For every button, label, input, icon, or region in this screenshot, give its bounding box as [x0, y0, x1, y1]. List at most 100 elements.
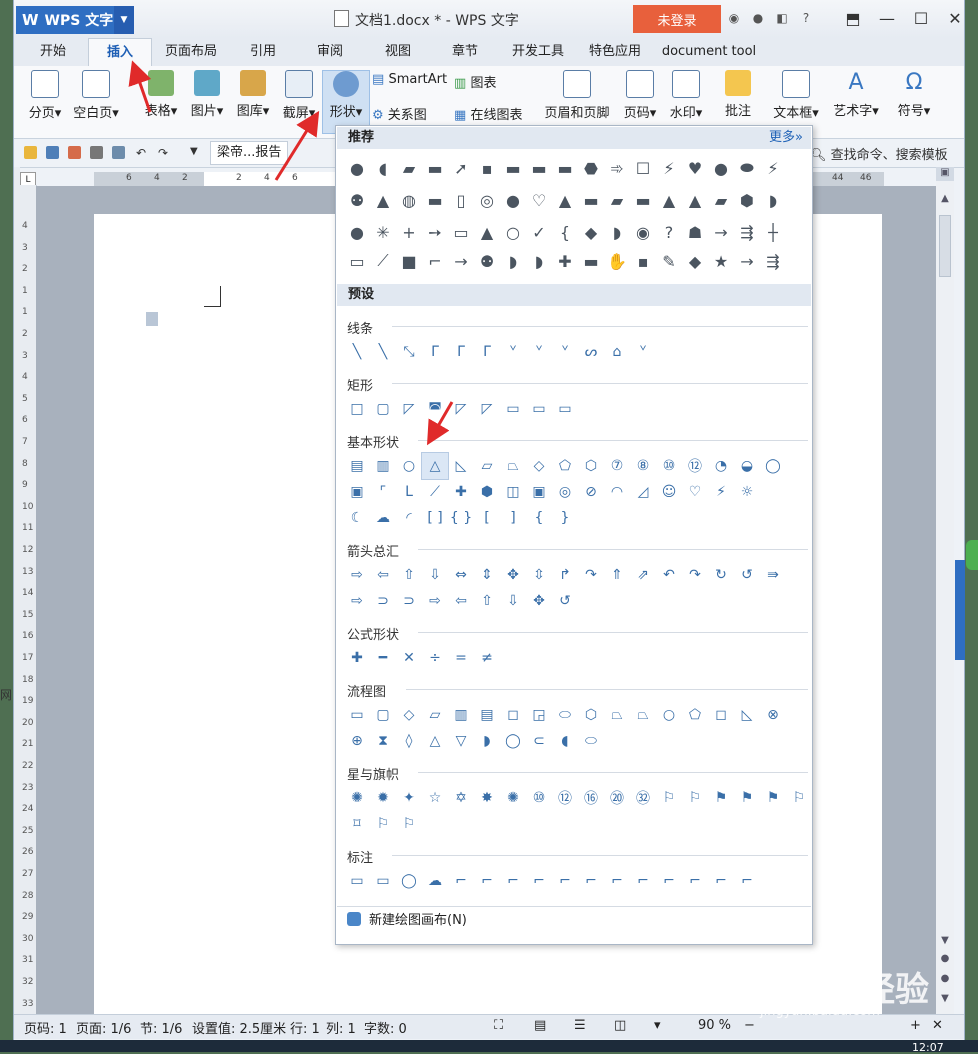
tab-review[interactable]: 审阅 — [307, 38, 353, 66]
shape-icon[interactable]: ▭ — [500, 396, 526, 422]
shape-icon[interactable]: ◇ — [396, 702, 422, 728]
shape-icon[interactable]: ✡ — [448, 785, 474, 811]
shape-icon[interactable]: ◍ — [396, 187, 422, 213]
online-chart-button[interactable]: ▦ 在线图表 — [454, 104, 522, 123]
shape-icon[interactable]: ᒥ — [448, 339, 474, 365]
shape-icon[interactable]: ◯ — [396, 868, 422, 894]
shape-icon[interactable]: [ ] — [422, 505, 448, 531]
shape-icon[interactable]: ✋ — [604, 248, 630, 274]
shape-icon[interactable]: ▬ — [552, 155, 578, 181]
symbol-button[interactable]: Ω 符号▾ — [892, 70, 936, 119]
chevron-down-icon[interactable]: ▼ — [114, 6, 134, 34]
tab-developer[interactable]: 开发工具 — [506, 38, 570, 66]
shape-icon[interactable]: ⚑ — [760, 785, 786, 811]
shape-icon[interactable]: ✹ — [370, 785, 396, 811]
shape-icon[interactable]: ⇶ — [734, 219, 760, 245]
shape-icon[interactable]: ▲ — [656, 187, 682, 213]
shape-icon[interactable]: ⬣ — [578, 155, 604, 181]
tab-document-tool[interactable]: document tool — [660, 38, 758, 66]
shape-icon[interactable]: ⌐ — [604, 868, 630, 894]
tab-view[interactable]: 视图 — [375, 38, 421, 66]
shape-icon[interactable]: ↷ — [682, 562, 708, 588]
shape-icon[interactable]: ▣ — [344, 479, 370, 505]
shape-icon[interactable]: ✦ — [396, 785, 422, 811]
shape-icon[interactable]: ᘁ — [500, 339, 526, 365]
shape-icon[interactable]: ◗ — [500, 248, 526, 274]
shape-icon[interactable]: ━ — [370, 645, 396, 671]
scroll-top-icon[interactable]: ▣ — [936, 167, 954, 181]
shape-icon[interactable]: ⌐ — [526, 868, 552, 894]
shape-icon[interactable]: ▢ — [370, 396, 396, 422]
shape-icon[interactable]: ☗ — [682, 219, 708, 245]
shape-icon[interactable]: ✺ — [344, 785, 370, 811]
fit-page-icon[interactable]: ✕ — [932, 1018, 943, 1033]
shape-icon[interactable]: ▤ — [344, 453, 370, 479]
shape-icon[interactable]: ▪ — [630, 248, 656, 274]
shape-icon[interactable]: ⑩ — [526, 785, 552, 811]
shape-icon[interactable]: ⇨ — [344, 588, 370, 614]
paste-options-icon[interactable] — [146, 312, 158, 326]
shape-icon[interactable]: ⚑ — [734, 785, 760, 811]
shape-icon[interactable]: ▲ — [474, 219, 500, 245]
status-words[interactable]: 字数: 0 — [364, 1018, 407, 1037]
shape-icon[interactable]: ✥ — [500, 562, 526, 588]
shape-icon[interactable]: ⏢ — [630, 702, 656, 728]
shape-icon[interactable]: ♡ — [682, 479, 708, 505]
shape-icon[interactable]: ] — [500, 505, 526, 531]
shape-icon[interactable]: ✚ — [448, 479, 474, 505]
shape-icon[interactable]: ◗ — [760, 187, 786, 213]
next-page-icon[interactable]: ▼ — [936, 993, 954, 1007]
shape-icon[interactable]: ○ — [656, 702, 682, 728]
shape-icon[interactable]: ▲ — [552, 187, 578, 213]
shape-icon[interactable]: ⇕ — [474, 562, 500, 588]
shape-icon[interactable]: ◊ — [396, 728, 422, 754]
tab-chapter[interactable]: 章节 — [442, 38, 488, 66]
shape-icon[interactable]: ◫ — [500, 479, 526, 505]
shape-icon[interactable]: ⌐ — [500, 868, 526, 894]
shape-icon[interactable]: ● — [500, 187, 526, 213]
comment-button[interactable]: 批注 — [718, 70, 758, 119]
shape-icon[interactable]: ☐ — [630, 155, 656, 181]
blank-page-button[interactable]: 空白页▾ — [70, 70, 122, 121]
page-view-icon[interactable]: ▤ — [534, 1018, 546, 1033]
screenshot-button[interactable]: 截屏▾ — [278, 70, 320, 121]
shape-icon[interactable]: ⬠ — [552, 453, 578, 479]
shape-icon[interactable]: ♡ — [526, 187, 552, 213]
shape-icon[interactable]: ⚐ — [682, 785, 708, 811]
shape-icon[interactable]: → — [708, 219, 734, 245]
shape-icon[interactable]: → — [448, 248, 474, 274]
shape-icon[interactable]: ↷ — [578, 562, 604, 588]
shape-icon[interactable]: ≠ — [474, 645, 500, 671]
shape-icon[interactable]: ▭ — [526, 396, 552, 422]
shape-icon[interactable]: ▭ — [344, 702, 370, 728]
shape-icon[interactable]: ▤ — [474, 702, 500, 728]
shape-icon[interactable]: ▥ — [448, 702, 474, 728]
picture-button[interactable]: 图片▾ — [186, 70, 228, 119]
shape-icon[interactable]: ➙ — [422, 219, 448, 245]
shape-icon[interactable]: △ — [422, 728, 448, 754]
shape-icon[interactable]: ⊗ — [760, 702, 786, 728]
maximize-button[interactable]: ☐ — [904, 5, 938, 33]
shape-icon[interactable]: ◎ — [552, 479, 578, 505]
shape-icon[interactable]: ᔕ — [578, 339, 604, 365]
shape-icon[interactable]: ⇧ — [474, 588, 500, 614]
shape-icon[interactable]: ⊕ — [344, 728, 370, 754]
shape-icon[interactable]: ⑯ — [578, 785, 604, 811]
shape-icon[interactable]: ◎ — [474, 187, 500, 213]
shape-icon[interactable]: ⇨ — [422, 588, 448, 614]
settings-icon[interactable]: ● — [750, 10, 766, 26]
scroll-up-icon[interactable]: ▲ — [936, 193, 954, 207]
shape-icon[interactable]: ◗ — [474, 728, 500, 754]
shape-icon[interactable]: ⌐ — [448, 868, 474, 894]
shape-icon[interactable]: ✎ — [656, 248, 682, 274]
open-icon[interactable] — [24, 146, 37, 159]
shape-icon[interactable]: ⑩ — [656, 453, 682, 479]
shape-icon[interactable]: ⊃ — [370, 588, 396, 614]
header-footer-button[interactable]: 页眉和页脚 — [542, 70, 612, 121]
shape-icon[interactable]: ➚ — [448, 155, 474, 181]
shape-icon[interactable]: ⌐ — [552, 868, 578, 894]
shape-icon[interactable]: ⇩ — [500, 588, 526, 614]
shape-icon[interactable]: ⌐ — [708, 868, 734, 894]
reading-view-icon[interactable]: ▾ — [654, 1018, 661, 1033]
export-pdf-icon[interactable] — [68, 146, 81, 159]
